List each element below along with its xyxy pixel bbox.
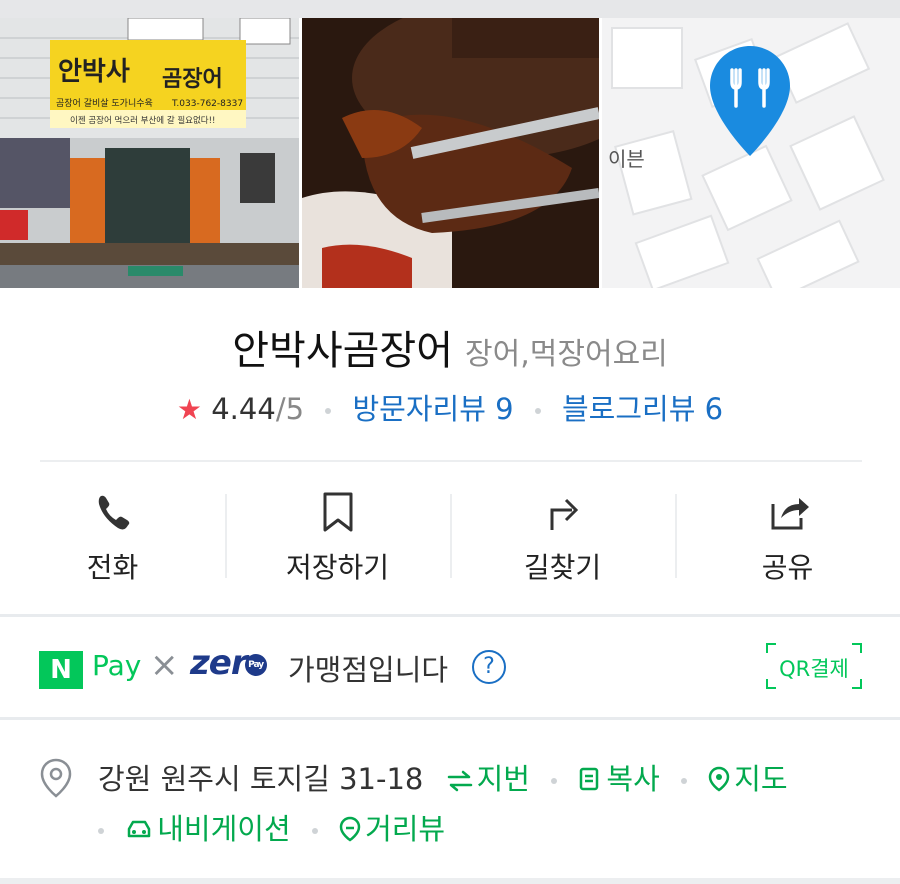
place-category: 장어,먹장어요리	[465, 337, 668, 372]
naver-pay-text: Pay	[92, 649, 142, 682]
swap-icon	[447, 770, 472, 792]
map-thumbnail[interactable]: 이븐	[602, 18, 900, 288]
help-icon[interactable]: ?	[472, 650, 506, 684]
directions-button[interactable]: 길찾기	[450, 488, 675, 588]
car-icon	[127, 820, 151, 838]
qr-payment-label: QR결제	[779, 657, 849, 681]
svg-text:이젠 곰장어 먹으러 부산에 갈 필요없다!!: 이젠 곰장어 먹으러 부산에 갈 필요없다!!	[70, 115, 215, 126]
star-icon: ★	[176, 393, 203, 426]
separator-dot	[681, 778, 687, 784]
divider	[40, 460, 862, 462]
photo-gallery: 안박사 곰장어 곰장어 갈비살 도가니수육 T.033-762-8337 이젠 …	[0, 18, 900, 288]
map-illustration: 이븐	[602, 18, 900, 288]
food-illustration	[302, 18, 599, 288]
member-store-text: 가맹점입니다	[288, 653, 449, 687]
rating-out-of: /5	[275, 392, 305, 426]
zeropay-badge: Pay	[244, 653, 267, 676]
separator-dot	[534, 408, 541, 414]
svg-text:곰장어 갈비살 도가니수육: 곰장어 갈비살 도가니수육	[56, 98, 153, 109]
action-bar: 전화 저장하기 길찾기 공유	[0, 488, 900, 588]
roadview-link[interactable]: 거리뷰	[339, 812, 445, 846]
directions-icon	[550, 498, 578, 530]
food-photo[interactable]	[302, 18, 599, 288]
save-button[interactable]: 저장하기	[225, 488, 450, 588]
top-status-strip	[0, 0, 900, 18]
title-row: 안박사곰장어 장어,먹장어요리	[0, 318, 900, 376]
copy-icon	[580, 767, 599, 791]
separator-dot	[311, 828, 318, 834]
jibun-toggle[interactable]: 지번	[447, 762, 540, 796]
section-divider	[0, 878, 900, 884]
place-name: 안박사곰장어	[232, 328, 454, 374]
storefront-illustration: 안박사 곰장어 곰장어 갈비살 도가니수육 T.033-762-8337 이젠 …	[0, 18, 299, 288]
address-line: 강원 원주시 토지길 31-18 지번 복사 지도	[98, 756, 788, 798]
phone-icon	[98, 495, 129, 530]
map-pin-icon	[708, 766, 730, 792]
svg-text:곰장어: 곰장어	[162, 67, 223, 92]
directions-label: 길찾기	[523, 551, 602, 584]
map-label: 이븐	[608, 147, 645, 171]
separator-dot	[325, 408, 332, 414]
call-label: 전화	[86, 551, 139, 584]
sign-title: 안박사	[58, 57, 130, 87]
rating-score: 4.44	[211, 392, 276, 426]
share-label: 공유	[761, 551, 814, 584]
save-label: 저장하기	[285, 551, 390, 584]
bookmark-icon	[323, 492, 352, 532]
navigation-link[interactable]: 내비게이션	[125, 812, 300, 846]
naver-pay-logo: N	[39, 651, 83, 689]
separator-dot	[98, 828, 104, 834]
cross-icon: ×	[150, 645, 179, 685]
roadview-icon	[339, 816, 361, 842]
payment-row: N Pay × zerPay 가맹점입니다 ? QR결제	[0, 617, 900, 717]
share-button[interactable]: 공유	[675, 488, 900, 588]
address-text: 강원 원주시 토지길 31-18	[98, 762, 424, 796]
zeropay-logo: zerPay	[190, 643, 267, 683]
share-icon	[771, 498, 809, 530]
storefront-photo[interactable]: 안박사 곰장어 곰장어 갈비살 도가니수육 T.033-762-8337 이젠 …	[0, 18, 299, 288]
place-info-card: 안박사곰장어 장어,먹장어요리 ★ 4.44/5 방문자리뷰 9 블로그리뷰 6 …	[0, 288, 900, 884]
svg-text:T.033-762-8337: T.033-762-8337	[171, 99, 243, 109]
separator-dot	[551, 778, 558, 784]
visitor-review-link[interactable]: 방문자리뷰 9	[352, 392, 513, 426]
copy-address-button[interactable]: 복사	[578, 762, 669, 796]
qr-payment-button[interactable]: QR결제	[766, 643, 862, 689]
address-section: 강원 원주시 토지길 31-18 지번 복사 지도 내비게이션 거리뷰	[0, 720, 900, 880]
call-button[interactable]: 전화	[0, 488, 225, 588]
map-link[interactable]: 지도	[708, 762, 788, 796]
location-pin-icon	[40, 758, 72, 798]
rating-row: ★ 4.44/5 방문자리뷰 9 블로그리뷰 6	[0, 386, 900, 428]
blog-review-link[interactable]: 블로그리뷰 6	[562, 392, 723, 426]
address-actions-line: 내비게이션 거리뷰	[98, 806, 445, 848]
